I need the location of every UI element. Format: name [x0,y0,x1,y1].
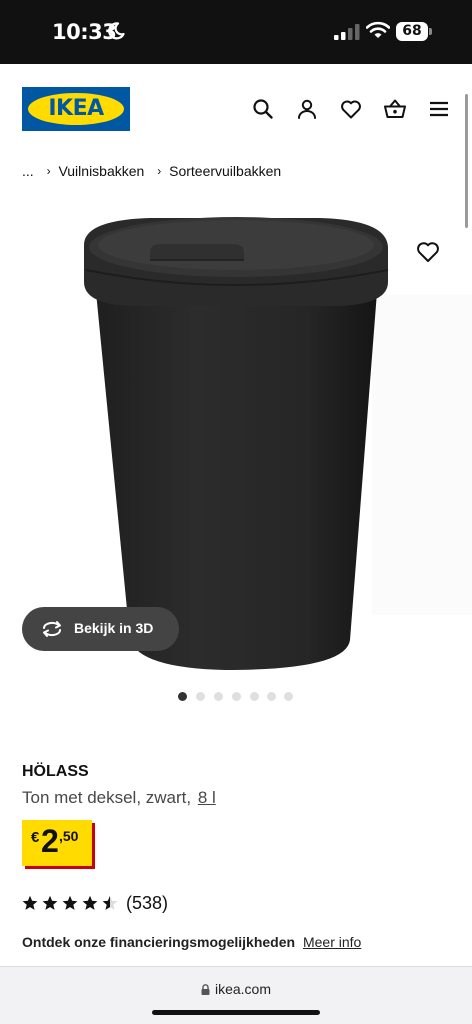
favourite-heart-icon[interactable] [414,238,442,266]
chevron-right-icon: › [157,164,162,179]
product-description-text: Ton met deksel, zwart, [22,788,192,807]
gallery-dot[interactable] [267,692,276,701]
lock-icon [201,984,210,995]
ikea-logo[interactable]: IKEA [22,87,130,131]
rating-stars[interactable] [22,894,118,912]
url-text: ikea.com [214,981,272,997]
gallery-dot[interactable] [284,692,293,701]
browser-address-bar[interactable]: ikea.com [0,966,472,1024]
breadcrumb-item-vuilnisbakken[interactable]: Vuilnisbakken [58,163,144,179]
financing-text: Ontdek onze financieringsmogelijkheden [22,934,296,950]
star-icon [22,895,38,910]
product-size-link[interactable]: 8 l [198,788,216,807]
price-currency: € [31,829,40,846]
rotate-3d-icon [42,621,62,637]
gallery-dot[interactable] [214,692,223,701]
view-3d-button[interactable]: Bekijk in 3D [22,607,179,651]
menu-icon[interactable] [427,97,451,121]
gallery-dot[interactable] [232,692,241,701]
price-integer: 2 [41,823,59,859]
price-decimal: ,50 [59,828,79,844]
battery-icon: 68 [396,22,432,41]
product-name: HÖLASS [22,763,89,780]
home-indicator[interactable] [152,1010,320,1015]
site-header: IKEA [0,64,472,156]
gallery-dot[interactable] [250,692,259,701]
rating-count[interactable]: (538) [126,893,168,914]
star-icon [82,895,98,910]
chevron-right-icon: › [46,164,51,179]
logo-text: IKEA [48,96,104,121]
price-tag: € 2 ,50 [22,820,92,866]
search-icon[interactable] [251,97,275,121]
gallery-dot[interactable] [178,692,187,701]
product-description: Ton met deksel, zwart, 8 l [22,788,216,808]
signal-icon [334,24,360,40]
breadcrumb-item-sorteervuilbakken[interactable]: Sorteervuilbakken [169,163,281,179]
financing-more-info-link[interactable]: Meer info [303,934,361,950]
gallery-dot[interactable] [196,692,205,701]
star-icon [62,895,78,910]
financing-info: Ontdek onze financieringsmogelijkheden M… [22,934,361,950]
breadcrumb: ... › Vuilnisbakken › Sorteervuilbakken [22,162,281,179]
moon-icon [108,22,125,40]
user-icon[interactable] [295,97,319,121]
star-half-icon [102,895,118,910]
star-icon [42,895,58,910]
wifi-icon [366,21,390,38]
basket-icon[interactable] [383,97,407,121]
status-bar: 10:33 68 [0,0,472,64]
battery-level: 68 [396,22,428,41]
heart-icon[interactable] [339,97,363,121]
view-3d-label: Bekijk in 3D [74,620,154,636]
breadcrumb-ellipsis[interactable]: ... [22,163,34,179]
url-display[interactable]: ikea.com [0,981,472,997]
